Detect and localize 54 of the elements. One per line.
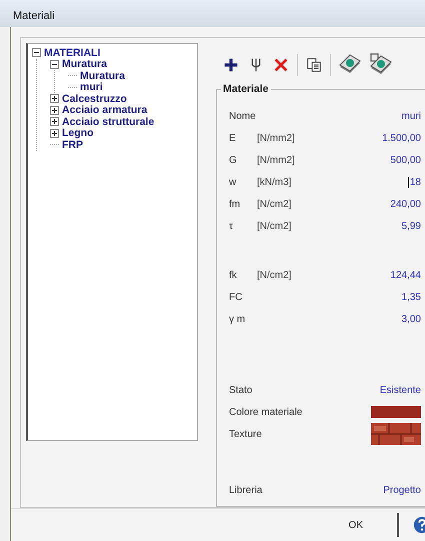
expand-icon[interactable] — [50, 128, 59, 138]
property-unit: [N/cm2] — [257, 198, 292, 210]
property-unit: [N/cm2] — [257, 270, 292, 280]
property-value[interactable]: 18 — [410, 176, 421, 188]
property-name: Stato — [229, 384, 253, 396]
tree-item[interactable]: MATERIALI — [44, 46, 100, 59]
expand-icon[interactable] — [50, 117, 59, 126]
tree-item[interactable]: Muratura — [80, 70, 125, 82]
property-name: G — [229, 154, 238, 166]
property-name: FC — [229, 292, 244, 302]
property-value[interactable]: Progetto — [383, 484, 421, 496]
color-swatch[interactable] — [371, 406, 421, 418]
ok-button[interactable]: OK — [340, 516, 371, 534]
brick-texture-drawing[interactable] — [371, 423, 421, 445]
tree-item[interactable]: Acciaio strutturale — [62, 116, 154, 128]
add-icon[interactable] — [222, 56, 240, 74]
tree-item[interactable]: FRP — [62, 138, 83, 151]
window-title: Materiali — [13, 10, 55, 22]
property-name: Nome — [229, 110, 256, 122]
property-value[interactable]: Esistente — [380, 384, 421, 396]
property-value[interactable]: 240,00 — [390, 198, 421, 210]
property-name: E — [229, 132, 237, 144]
property-unit: [N/mm2] — [257, 154, 295, 166]
tree-item[interactable]: Muratura — [62, 58, 107, 70]
property-name: γ m — [229, 314, 246, 324]
copy-icon[interactable] — [305, 56, 323, 74]
property-value[interactable]: 124,44 — [390, 270, 421, 280]
tree-item[interactable]: muri — [80, 81, 103, 94]
property-unit: [N/cm2] — [257, 220, 292, 232]
tree-item[interactable]: Legno — [62, 127, 94, 140]
property-name: fm — [229, 198, 242, 210]
property-name: w — [229, 176, 238, 188]
tree-item[interactable]: Calcestruzzo — [62, 92, 127, 105]
property-value[interactable]: 5,99 — [402, 220, 421, 232]
expand-icon[interactable] — [50, 94, 59, 104]
property-unit: [N/mm2] — [257, 132, 295, 144]
property-value[interactable]: 500,00 — [390, 154, 421, 166]
property-unit: [kN/m3] — [257, 176, 292, 188]
property-name: fk — [229, 270, 238, 280]
collapse-icon[interactable] — [50, 60, 59, 69]
property-value[interactable]: muri — [402, 110, 421, 122]
delete-icon[interactable] — [272, 56, 290, 74]
collapse-icon[interactable] — [32, 48, 41, 58]
group-title: Materiale — [221, 83, 271, 95]
property-value[interactable]: 1.500,00 — [382, 132, 421, 144]
book-icon[interactable] — [369, 53, 393, 77]
property-name: τ — [229, 220, 234, 232]
property-name: Libreria — [229, 484, 262, 496]
property-name: Colore materiale — [229, 406, 302, 418]
expand-icon[interactable] — [50, 106, 59, 115]
property-value[interactable]: 3,00 — [402, 314, 421, 324]
property-value[interactable]: 1,35 — [402, 292, 421, 302]
property-name: Texture — [229, 428, 262, 440]
tree-item[interactable]: Acciaio armatura — [62, 104, 148, 116]
